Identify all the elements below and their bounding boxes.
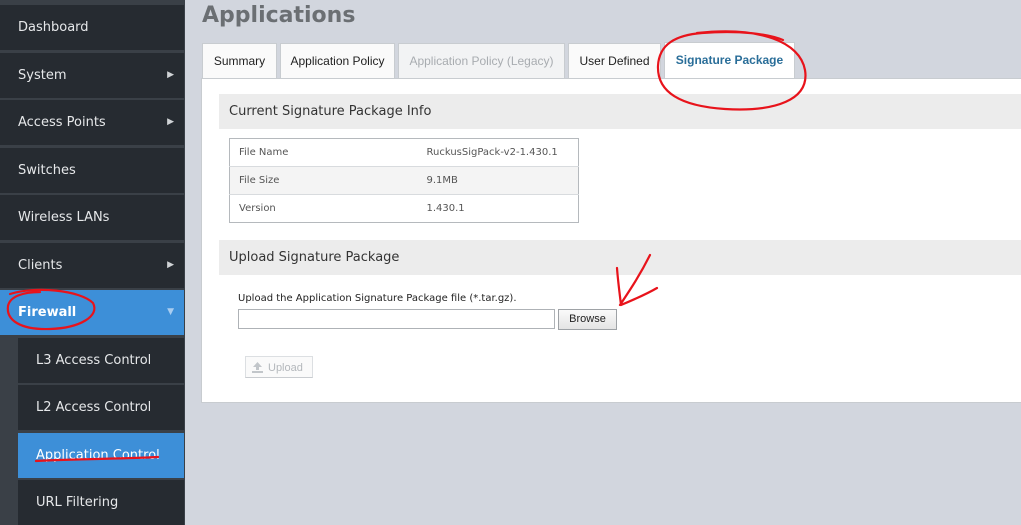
table-cell-value: 9.1MB bbox=[417, 166, 579, 195]
sidebar-subitem-l2-access-control[interactable]: L2 Access Control bbox=[18, 385, 184, 430]
browse-button[interactable]: Browse bbox=[558, 309, 617, 330]
signature-info-table: File Name RuckusSigPack-v2-1.430.1 File … bbox=[229, 138, 579, 223]
table-row: File Name RuckusSigPack-v2-1.430.1 bbox=[230, 139, 579, 167]
sidebar-item-label: Clients bbox=[18, 258, 63, 273]
chevron-down-icon: ▼ bbox=[167, 307, 174, 317]
sidebar-subitem-l3-access-control[interactable]: L3 Access Control bbox=[18, 338, 184, 383]
tab-label: Signature Package bbox=[675, 53, 784, 67]
section-header-upload: Upload Signature Package bbox=[219, 240, 1021, 275]
tab-application-policy[interactable]: Application Policy bbox=[280, 43, 395, 78]
sidebar-subitem-label: URL Filtering bbox=[36, 495, 119, 510]
table-cell-value: RuckusSigPack-v2-1.430.1 bbox=[426, 147, 558, 158]
sidebar-item-dashboard[interactable]: Dashboard bbox=[0, 5, 184, 50]
tab-label: Application Policy bbox=[290, 54, 385, 68]
table-row: File Size 9.1MB bbox=[229, 166, 579, 195]
table-cell-value: 1.430.1 bbox=[417, 194, 579, 223]
file-path-input[interactable] bbox=[238, 309, 555, 329]
sidebar: Dashboard System ▶ Access Points ▶ Switc… bbox=[0, 0, 185, 525]
sidebar-item-system[interactable]: System ▶ bbox=[0, 53, 184, 98]
tab-label: User Defined bbox=[579, 54, 650, 68]
upload-button[interactable]: Upload bbox=[245, 356, 313, 378]
sidebar-subitem-label: L2 Access Control bbox=[36, 400, 152, 415]
chevron-right-icon: ▶ bbox=[167, 117, 174, 127]
section-title: Current Signature Package Info bbox=[229, 104, 432, 119]
tab-user-defined[interactable]: User Defined bbox=[568, 43, 661, 78]
sidebar-subitem-application-control[interactable]: Application Control bbox=[18, 433, 184, 478]
tab-application-policy-legacy[interactable]: Application Policy (Legacy) bbox=[398, 43, 565, 78]
table-cell-key: File Name bbox=[239, 147, 289, 158]
upload-icon bbox=[252, 362, 263, 373]
page-title: Applications bbox=[202, 3, 356, 28]
sidebar-subitem-label: L3 Access Control bbox=[36, 353, 152, 368]
tab-signature-package[interactable]: Signature Package bbox=[664, 42, 795, 79]
sidebar-subitem-label: Application Control bbox=[36, 448, 160, 463]
table-cell-key: Version bbox=[229, 194, 418, 223]
section-header-current-info: Current Signature Package Info bbox=[219, 94, 1021, 129]
chevron-right-icon: ▶ bbox=[167, 70, 174, 80]
sidebar-item-label: Wireless LANs bbox=[18, 210, 110, 225]
tab-label: Application Policy (Legacy) bbox=[409, 54, 554, 68]
tab-label: Summary bbox=[213, 54, 266, 68]
sidebar-item-switches[interactable]: Switches bbox=[0, 148, 184, 193]
sidebar-item-label: System bbox=[18, 68, 67, 83]
sidebar-item-wireless-lans[interactable]: Wireless LANs bbox=[0, 195, 184, 240]
upload-button-label: Upload bbox=[268, 362, 303, 374]
sidebar-item-clients[interactable]: Clients ▶ bbox=[0, 243, 184, 288]
sidebar-item-label: Firewall bbox=[18, 305, 77, 320]
upload-instructions: Upload the Application Signature Package… bbox=[238, 293, 517, 304]
table-row: Version 1.430.1 bbox=[229, 194, 579, 223]
table-cell-key: File Size bbox=[229, 166, 418, 195]
chevron-right-icon: ▶ bbox=[167, 260, 174, 270]
sidebar-item-firewall[interactable]: Firewall ▼ bbox=[0, 290, 184, 335]
sidebar-subitem-url-filtering[interactable]: URL Filtering bbox=[18, 480, 184, 525]
tab-summary[interactable]: Summary bbox=[202, 43, 277, 78]
sidebar-item-label: Switches bbox=[18, 163, 76, 178]
sidebar-item-access-points[interactable]: Access Points ▶ bbox=[0, 100, 184, 145]
sidebar-item-label: Dashboard bbox=[18, 20, 89, 35]
sidebar-item-label: Access Points bbox=[18, 115, 106, 130]
section-title: Upload Signature Package bbox=[229, 250, 400, 265]
